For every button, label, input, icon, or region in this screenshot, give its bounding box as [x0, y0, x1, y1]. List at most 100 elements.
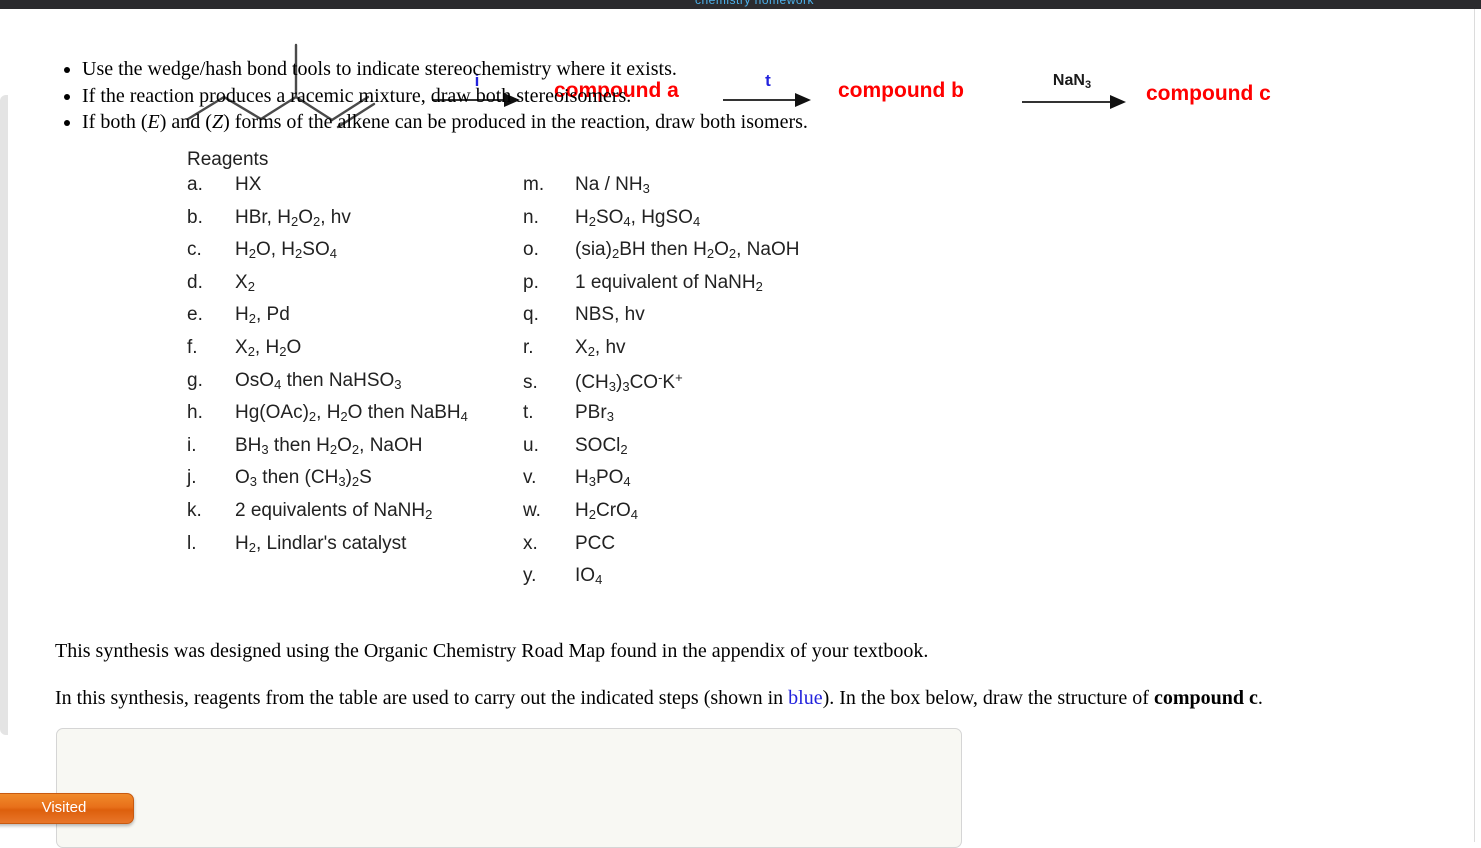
paragraph-text-part-2: ). In the box below, draw the structure …	[822, 687, 1154, 709]
reagent-key: k.	[187, 499, 202, 521]
reagents-left-column: a. HX b. HBr, H2O2, hv c. H2O, H2SO4 d. …	[187, 174, 468, 565]
reagent-item-m: m. Na / NH3	[523, 174, 799, 207]
reagent-item-d: d. X2	[187, 272, 468, 305]
reagent-key: p.	[523, 271, 539, 293]
reagent-key: f.	[187, 336, 198, 358]
reagent-value: O3 then (CH3)2S	[235, 467, 372, 490]
reagent-value: (sia)2BH then H2O2, NaOH	[575, 239, 800, 262]
reagent-item-y: y. IO4	[523, 565, 799, 598]
reagent-item-g: g. OsO4 then NaHSO3	[187, 370, 468, 403]
reagent-item-p: p. 1 equivalent of NaNH2	[523, 272, 799, 305]
reagent-item-i: i. BH3 then H2O2, NaOH	[187, 435, 468, 468]
reagent-item-u: u. SOCl2	[523, 435, 799, 468]
reagent-key: j.	[187, 467, 197, 489]
paragraph-roadmap: This synthesis was designed using the Or…	[55, 640, 929, 662]
reagent-value: H3PO4	[575, 467, 631, 490]
reagent-item-s: s. (CH3)3CO-K+	[523, 370, 799, 403]
reagent-key: s.	[523, 371, 538, 393]
reagent-value: 2 equivalents of NaNH2	[235, 499, 433, 522]
reagent-item-n: n. H2SO4, HgSO4	[523, 207, 799, 240]
browser-tab-title: chemistry homework	[695, 0, 815, 7]
reagent-value: 1 equivalent of NaNH2	[575, 271, 763, 294]
reagent-value: BH3 then H2O2, NaOH	[235, 434, 423, 457]
browser-chrome-strip: chemistry homework	[0, 0, 1481, 9]
reagent-key: m.	[523, 174, 545, 195]
reagent-key: h.	[187, 402, 203, 424]
reagent-value: HX	[235, 174, 262, 195]
instruction-bullet-1: Use the wedge/hash bond tools to indicat…	[82, 56, 808, 83]
reagent-value: Na / NH3	[575, 174, 650, 196]
reagent-value: X2, H2O	[235, 336, 302, 359]
reagent-value: X2, hv	[575, 336, 626, 359]
reaction-arrow-3-label: NaN3	[1053, 73, 1091, 91]
reagent-value: PCC	[575, 532, 616, 554]
reagent-value: H2SO4, HgSO4	[575, 206, 701, 229]
bullet-2-rest: he reaction produces a racemic mixture, …	[105, 84, 632, 107]
reagent-item-l: l. H2, Lindlar's catalyst	[187, 533, 468, 566]
reagent-item-c: c. H2O, H2SO4	[187, 239, 468, 272]
reagent-item-r: r. X2, hv	[523, 337, 799, 370]
reagent-key: w.	[523, 499, 541, 521]
reagent-value: PBr3	[575, 402, 614, 425]
reagent-item-b: b. HBr, H2O2, hv	[187, 207, 468, 240]
reaction-arrow-3: NaN3	[1022, 67, 1126, 111]
reagent-value: H2O, H2SO4	[235, 239, 337, 262]
reagent-value: X2	[235, 271, 255, 294]
arrow-head	[1110, 95, 1126, 109]
reagent-item-j: j. O3 then (CH3)2S	[187, 467, 468, 500]
reagent-key: r.	[523, 336, 534, 358]
visited-badge[interactable]: Visited	[0, 793, 134, 824]
drawing-instructions-box	[56, 728, 962, 848]
reagent-item-v: v. H3PO4	[523, 467, 799, 500]
reagent-key: v.	[523, 467, 537, 489]
reagent-key: x.	[523, 532, 538, 554]
page-content: i compound a t compound b NaN3 compound …	[0, 9, 1481, 848]
reagent-value: H2CrO4	[575, 499, 639, 522]
isomer-label-e: E	[147, 111, 160, 133]
reagent-item-a: a. HX	[187, 174, 468, 207]
reagent-key: y.	[523, 565, 537, 587]
reagent-item-t: t. PBr3	[523, 402, 799, 435]
reagent-value: Hg(OAc)2, H2O then NaBH4	[235, 402, 468, 425]
reagent-value: SOCl2	[575, 434, 628, 457]
paragraph-text-part-3: .	[1257, 687, 1263, 709]
reagent-item-f: f. X2, H2O	[187, 337, 468, 370]
compound-c-reference: compound c	[1153, 687, 1258, 709]
reagent-key: c.	[187, 239, 202, 261]
reagent-item-x: x. PCC	[523, 533, 799, 566]
paragraph-instructions: In this synthesis, reagents from the tab…	[55, 687, 1263, 710]
reagents-table: Reagents a. HX b. HBr, H2O2, hv c. H2O, …	[187, 149, 799, 594]
bullet-3-part-b: ) and (	[159, 111, 212, 133]
reagent-value: NBS, hv	[575, 304, 645, 326]
reagent-value: HBr, H2O2, hv	[235, 206, 351, 229]
reagent-item-q: q. NBS, hv	[523, 304, 799, 337]
reagent-key: n.	[523, 206, 539, 228]
reagent-key: t.	[523, 402, 534, 424]
product-compound-c: compound c	[1146, 82, 1271, 105]
reagent-key: o.	[523, 239, 539, 261]
product-compound-b: compound b	[838, 79, 964, 102]
reagent-value: OsO4 then NaHSO3	[235, 369, 402, 392]
reagents-title: Reagents	[187, 149, 269, 170]
bullet-3-part-c: ) forms of the alkene can be produced in…	[223, 111, 808, 133]
arrow-shaft	[1022, 101, 1114, 103]
reagent-item-h: h. Hg(OAc)2, H2O then NaBH4	[187, 402, 468, 435]
reagent-value: IO4	[575, 565, 603, 588]
reagent-key: d.	[187, 271, 203, 293]
reagent-item-w: w. H2CrO4	[523, 500, 799, 533]
visited-badge-label: Visited	[41, 799, 87, 816]
reagent-key: g.	[187, 369, 203, 391]
reagent-item-k: k. 2 equivalents of NaNH2	[187, 500, 468, 533]
reagent-value: (CH3)3CO-K+	[575, 369, 683, 394]
reagent-key: a.	[187, 174, 203, 195]
instruction-bullet-3: If both (E) and (Z) forms of the alkene …	[82, 109, 808, 136]
reagents-right-column: m. Na / NH3 n. H2SO4, HgSO4 o. (sia)2BH …	[523, 174, 799, 598]
reagent-key: u.	[523, 434, 539, 456]
reagent-item-o: o. (sia)2BH then H2O2, NaOH	[523, 239, 799, 272]
reagent-key: l.	[187, 532, 197, 554]
reagent-key: e.	[187, 304, 203, 326]
bullet-3-part-a: If both (	[82, 111, 148, 133]
bullet-2-prefix: If t	[82, 84, 106, 107]
reagent-key: b.	[187, 206, 203, 228]
instruction-bullet-2: If the reaction produces a racemic mixtu…	[82, 83, 808, 110]
